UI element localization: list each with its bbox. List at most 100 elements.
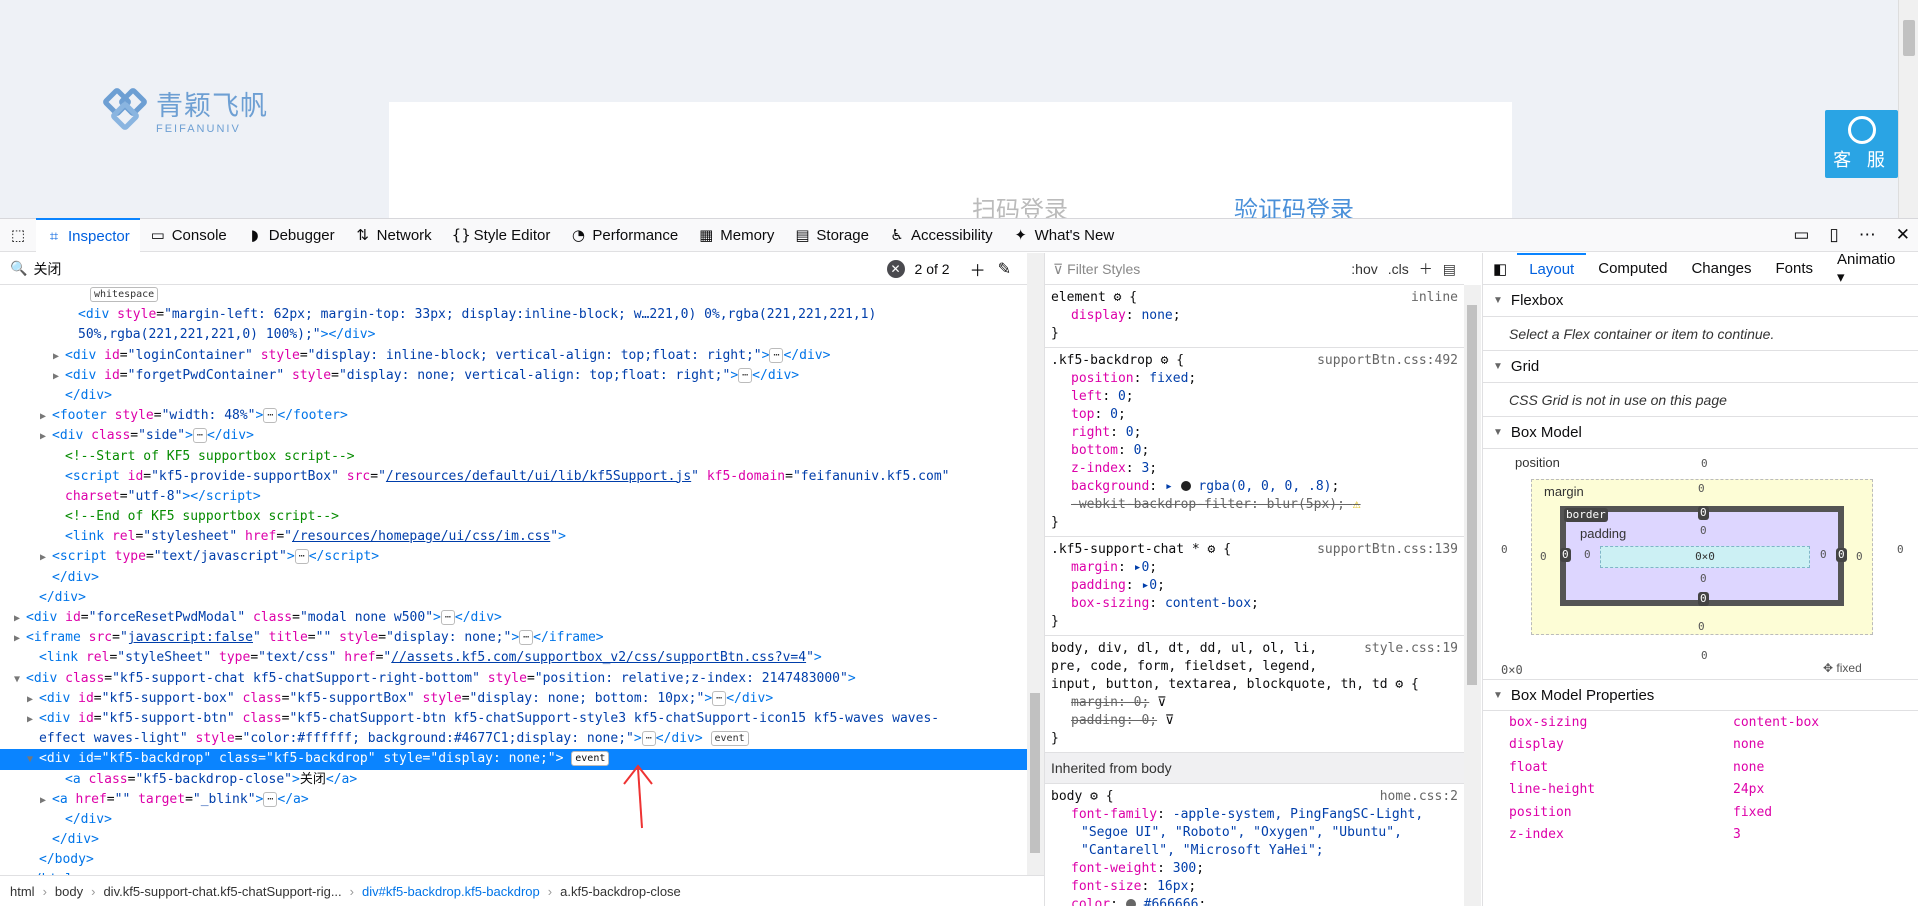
rule-source-link[interactable]: supportBtn.css:139 bbox=[1317, 541, 1458, 559]
css-declaration[interactable]: background: ▸ rgba(0, 0, 0, .8); bbox=[1051, 478, 1458, 496]
rules-scrollbar[interactable] bbox=[1464, 285, 1481, 906]
tab-memory[interactable]: ▦ Memory bbox=[688, 218, 784, 252]
markup-node[interactable]: <div style="margin-left: 62px; margin-to… bbox=[0, 305, 1027, 325]
qr-login-tab[interactable]: 扫码登录 bbox=[972, 190, 1068, 218]
bm-margin-top[interactable]: 0 bbox=[1698, 482, 1705, 495]
selected-markup-node[interactable]: ▼ <div id="kf5-backdrop" class="kf5-backd… bbox=[0, 749, 1027, 770]
markup-node[interactable]: ▶ <div id="loginContainer" style="display… bbox=[0, 346, 1027, 366]
tab-performance[interactable]: ◔ Performance bbox=[560, 218, 688, 252]
gear-icon[interactable]: ⚙ bbox=[1114, 290, 1122, 305]
box-model-property[interactable]: float none bbox=[1483, 756, 1918, 779]
site-logo[interactable]: 青颖飞帆 FEIFANUNIV bbox=[101, 84, 268, 135]
breadcrumb-item[interactable]: body bbox=[55, 884, 83, 899]
markup-node[interactable]: </div> bbox=[0, 810, 1027, 830]
css-declaration[interactable]: font-family: -apple-system, PingFangSC-L… bbox=[1051, 806, 1458, 824]
box-model-property[interactable]: box-sizing content-box bbox=[1483, 711, 1918, 734]
expand-toggle-icon[interactable]: ▶ bbox=[14, 609, 26, 629]
bm-position-left[interactable]: 0 bbox=[1501, 543, 1508, 556]
tab-what-s-new[interactable]: ✦ What's New bbox=[1003, 218, 1125, 252]
bm-margin-bottom[interactable]: 0 bbox=[1698, 620, 1705, 633]
close-icon[interactable]: ✕ bbox=[1896, 225, 1910, 245]
markup-node[interactable]: <!--Start of KF5 supportbox script--> bbox=[0, 447, 1027, 467]
css-rule[interactable]: body, div, dl, dt, dd, ul, ol, li, style.… bbox=[1045, 636, 1464, 753]
markup-node[interactable]: </div> bbox=[0, 830, 1027, 850]
gear-icon[interactable]: ⚙ bbox=[1208, 542, 1216, 557]
bm-position-top[interactable]: 0 bbox=[1701, 457, 1708, 470]
clear-search-icon[interactable]: ✕ bbox=[886, 259, 905, 278]
eyedropper-icon[interactable]: ✎ bbox=[998, 259, 1011, 279]
tab-style-editor[interactable]: {} Style Editor bbox=[442, 218, 561, 252]
bm-content-box[interactable]: 0×0 bbox=[1600, 546, 1810, 568]
markup-node[interactable]: <a class="kf5-backdrop-close">关闭</a> bbox=[0, 770, 1027, 790]
grid-section-header[interactable]: ▼ Grid bbox=[1483, 351, 1918, 383]
breadcrumb-item[interactable]: div#kf5-backdrop.kf5-backdrop bbox=[362, 884, 540, 899]
dock-icon[interactable]: ▭ bbox=[1793, 225, 1809, 245]
markup-node[interactable]: <!--End of KF5 supportbox script--> bbox=[0, 507, 1027, 527]
markup-node[interactable]: effect waves-light" style="color:#ffffff… bbox=[0, 729, 1027, 749]
sidebar-tab-layout[interactable]: Layout bbox=[1517, 253, 1587, 285]
rule-source-link[interactable]: inline bbox=[1411, 289, 1458, 307]
bm-border-right[interactable]: 0 bbox=[1836, 548, 1847, 562]
css-declaration[interactable]: bottom: 0; bbox=[1051, 442, 1458, 460]
customer-service-button[interactable]: 客 服 bbox=[1825, 110, 1898, 178]
css-declaration[interactable]: top: 0; bbox=[1051, 406, 1458, 424]
sidebar-tab-animatio[interactable]: Animatio ▾ bbox=[1825, 253, 1918, 286]
box-model-property[interactable]: z-index 3 bbox=[1483, 824, 1918, 847]
css-declaration[interactable]: margin: ▸0; bbox=[1051, 559, 1458, 577]
markup-node[interactable]: ▶ <script type="text/javascript"> ⋯ </scrip… bbox=[0, 547, 1027, 567]
expand-toggle-icon[interactable]: ▶ bbox=[40, 427, 52, 447]
breadcrumb-item[interactable]: html bbox=[10, 884, 35, 899]
markup-node[interactable]: </body> bbox=[0, 850, 1027, 870]
expand-toggle-icon[interactable]: ▼ bbox=[27, 750, 39, 770]
css-declaration[interactable]: left: 0; bbox=[1051, 388, 1458, 406]
bm-margin-right[interactable]: 0 bbox=[1856, 550, 1863, 563]
css-rule[interactable]: element ⚙ {inline display: none;} bbox=[1045, 285, 1464, 348]
markup-node[interactable]: ▶ <footer style="width: 48%"> ⋯ </footer> bbox=[0, 406, 1027, 426]
css-declaration[interactable]: padding: ▸0; bbox=[1051, 577, 1458, 595]
flexbox-section-header[interactable]: ▼ Flexbox bbox=[1483, 285, 1918, 317]
expand-toggle-icon[interactable]: ▶ bbox=[40, 791, 52, 811]
markup-node[interactable]: ▶ <a href="" target="_blink"> ⋯ </a> bbox=[0, 790, 1027, 810]
expand-toggle-icon[interactable]: ▶ bbox=[40, 407, 52, 427]
css-rule[interactable]: .kf5-support-chat * ⚙ {supportBtn.css:13… bbox=[1045, 537, 1464, 636]
css-declaration-overridden[interactable]: padding: 0; ⊽ bbox=[1051, 712, 1458, 730]
markup-node[interactable]: ▶ <div id="kf5-support-btn" class="kf5-ch… bbox=[0, 709, 1027, 729]
print-simulation-icon[interactable]: ▤ bbox=[1443, 260, 1456, 278]
breadcrumb-item[interactable]: div.kf5-support-chat.kf5-chatSupport-rig… bbox=[103, 884, 341, 899]
markup-node[interactable]: ▶ <div id="forceResetPwdModal" class="mod… bbox=[0, 608, 1027, 628]
search-input[interactable]: 关闭 bbox=[33, 259, 886, 279]
bm-margin-left[interactable]: 0 bbox=[1540, 550, 1547, 563]
bm-border-bottom[interactable]: 0 bbox=[1698, 592, 1709, 606]
filter-icon[interactable]: ⊽ bbox=[1165, 713, 1175, 728]
bm-position-right[interactable]: 0 bbox=[1897, 543, 1904, 556]
hov-toggle[interactable]: :hov bbox=[1351, 260, 1377, 278]
sidebar-tab-computed[interactable]: Computed bbox=[1586, 253, 1679, 285]
css-declaration[interactable]: z-index: 3; bbox=[1051, 460, 1458, 478]
more-options-icon[interactable]: ⋯ bbox=[1859, 225, 1876, 245]
markup-scrollbar[interactable] bbox=[1027, 253, 1044, 875]
box-model-property[interactable]: line-height 24px bbox=[1483, 779, 1918, 802]
expand-toggle-icon[interactable]: ▶ bbox=[53, 367, 65, 387]
rule-source-link[interactable]: supportBtn.css:492 bbox=[1317, 352, 1458, 370]
markup-node[interactable]: 50%,rgba(221,221,221,0) 100%);"></div> bbox=[0, 325, 1027, 345]
rule-source-link[interactable]: home.css:2 bbox=[1380, 788, 1458, 806]
markup-node[interactable]: ▼ <div class="kf5-support-chat kf5-chatSu… bbox=[0, 669, 1027, 689]
css-declaration-overridden[interactable]: -webkit-backdrop-filter: blur(5px); ⚠ bbox=[1051, 496, 1458, 514]
css-declaration[interactable]: font-weight: 300; bbox=[1051, 860, 1458, 878]
css-declaration[interactable]: display: none; bbox=[1051, 307, 1458, 325]
toggle-panel-icon[interactable]: ◧ bbox=[1483, 260, 1517, 278]
css-declaration-overridden[interactable]: margin: 0; ⊽ bbox=[1051, 694, 1458, 712]
markup-node[interactable]: </div> bbox=[0, 568, 1027, 588]
gear-icon[interactable]: ⚙ bbox=[1161, 353, 1169, 368]
whitespace-badge[interactable]: whitespace bbox=[90, 287, 159, 302]
gear-icon[interactable]: ⚙ bbox=[1090, 789, 1098, 804]
boxmodel-section-header[interactable]: ▼ Box Model bbox=[1483, 417, 1918, 449]
markup-node[interactable]: charset="utf-8"></script> bbox=[0, 487, 1027, 507]
markup-node[interactable]: </div> bbox=[0, 588, 1027, 608]
tab-console[interactable]: ▭ Console bbox=[140, 218, 237, 252]
filter-styles-input[interactable]: Filter Styles bbox=[1067, 260, 1140, 278]
expand-toggle-icon[interactable]: ▶ bbox=[27, 690, 39, 710]
add-node-icon[interactable]: ＋ bbox=[970, 257, 986, 281]
expand-toggle-icon[interactable]: ▶ bbox=[14, 629, 26, 649]
box-model-properties-header[interactable]: ▼ Box Model Properties bbox=[1483, 679, 1918, 711]
